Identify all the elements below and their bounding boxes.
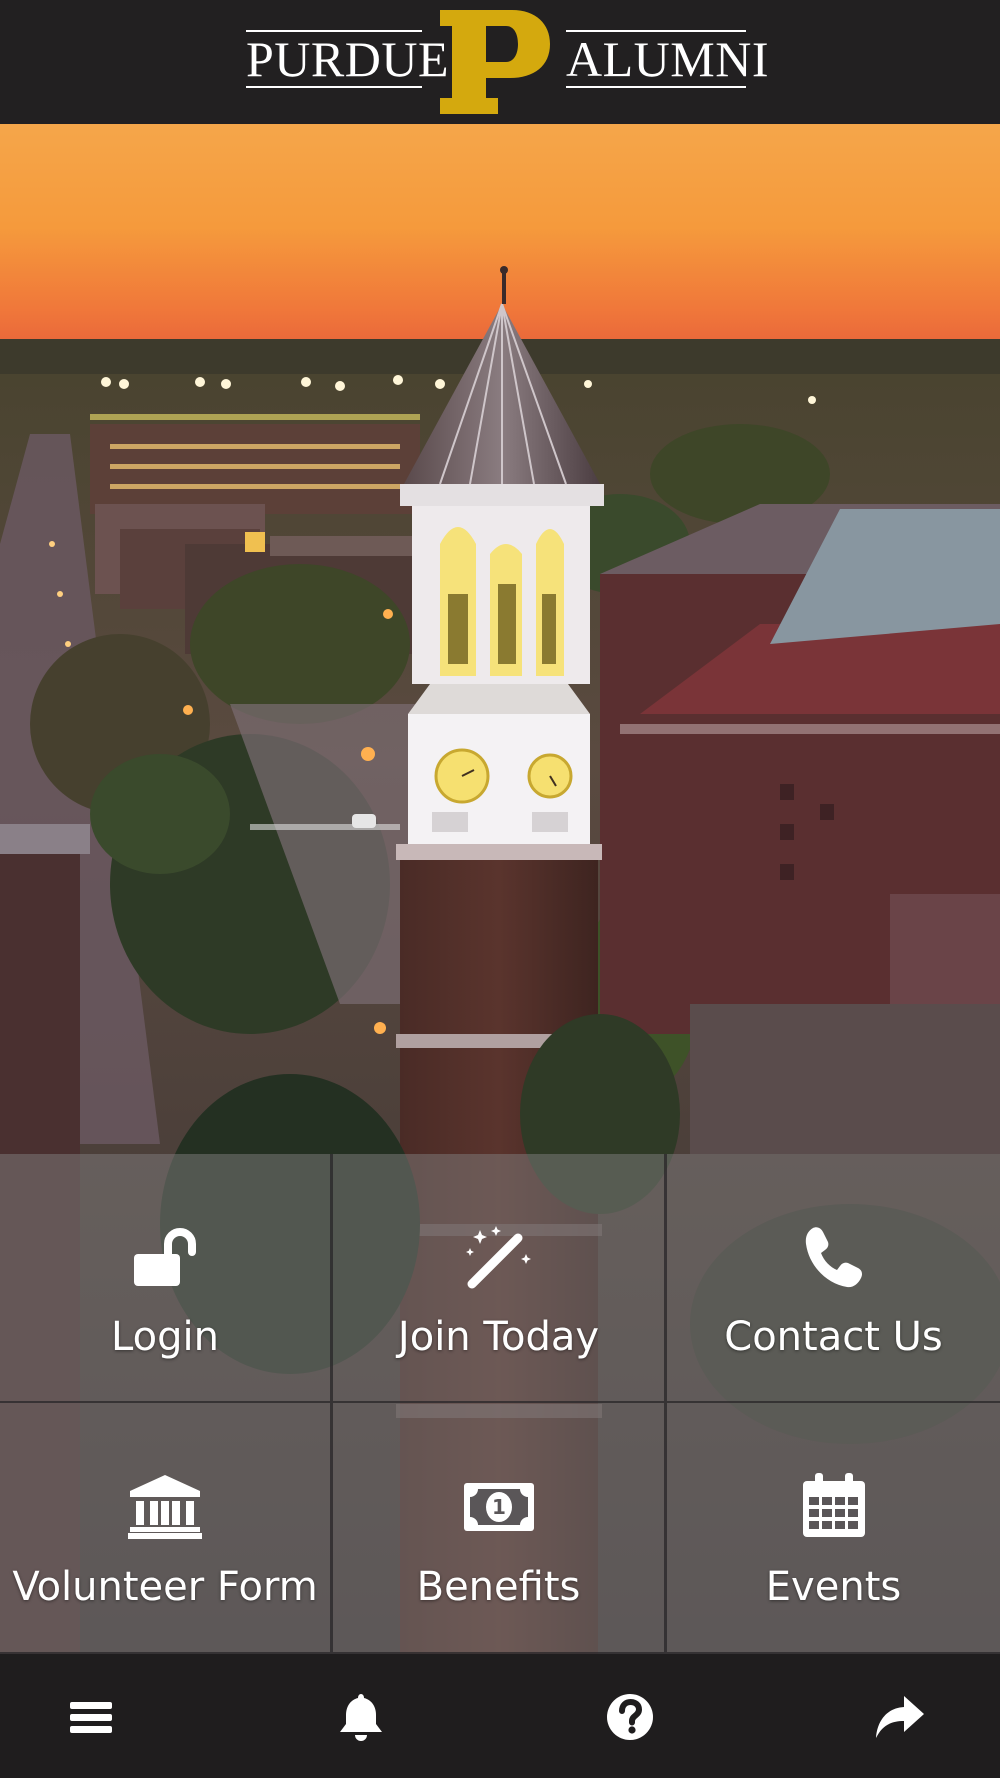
volunteer-form-label: Volunteer Form <box>12 1564 318 1610</box>
contact-us-label: Contact Us <box>724 1314 943 1360</box>
join-today-tile[interactable]: Join Today <box>333 1154 667 1403</box>
svg-text:1: 1 <box>492 1495 506 1519</box>
volunteer-form-tile[interactable]: Volunteer Form <box>0 1403 333 1654</box>
magic-wand-icon <box>465 1226 531 1289</box>
share-arrow-icon <box>876 1696 924 1738</box>
events-tile[interactable]: Events <box>667 1403 1000 1654</box>
logo-word-alumni: ALUMNI <box>566 31 769 87</box>
calendar-icon <box>802 1473 865 1537</box>
logo-word-purdue: PURDUE <box>246 31 450 87</box>
bottom-navigation-bar <box>0 1654 1000 1778</box>
hamburger-menu-icon <box>70 1702 112 1733</box>
login-tile[interactable]: Login <box>0 1154 333 1403</box>
notifications-button[interactable] <box>334 1690 388 1744</box>
app-screen: PURDUE ALUMNI Login Join Today Contact U… <box>0 0 1000 1778</box>
purdue-alumni-logo: PURDUE ALUMNI <box>240 0 768 124</box>
events-label: Events <box>765 1564 902 1610</box>
phone-icon <box>805 1227 862 1288</box>
app-header: PURDUE ALUMNI <box>0 0 1000 124</box>
institution-building-icon <box>128 1475 202 1539</box>
benefits-tile[interactable]: 1 Benefits <box>333 1403 667 1654</box>
help-button[interactable] <box>603 1690 657 1744</box>
purdue-p-logo-icon <box>440 10 550 114</box>
menu-button[interactable] <box>64 1690 118 1744</box>
unlocked-padlock-icon <box>134 1228 196 1286</box>
join-today-label: Join Today <box>397 1314 600 1360</box>
login-label: Login <box>111 1314 219 1360</box>
contact-us-tile[interactable]: Contact Us <box>667 1154 1000 1403</box>
share-button[interactable] <box>872 1690 926 1744</box>
help-question-icon <box>607 1694 653 1740</box>
dollar-bill-icon: 1 <box>463 1483 534 1531</box>
action-grid: Login Join Today Contact Us Volunteer Fo… <box>0 1154 1000 1654</box>
benefits-label: Benefits <box>416 1564 581 1610</box>
bell-icon <box>340 1694 382 1741</box>
